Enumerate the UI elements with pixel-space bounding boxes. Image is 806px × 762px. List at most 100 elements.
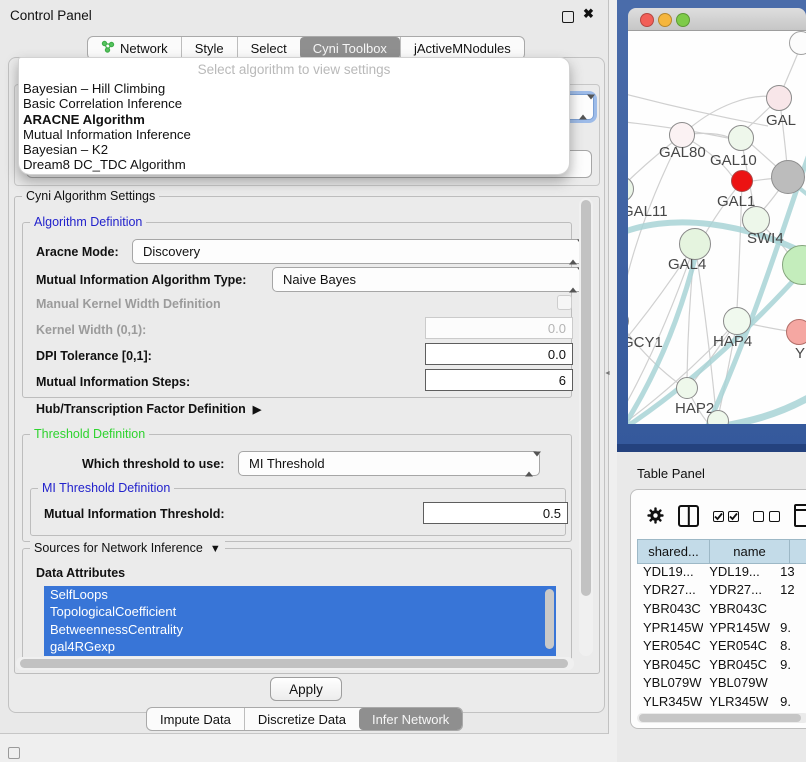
tab-network[interactable]: Network bbox=[88, 37, 181, 59]
kernel-width-field[interactable]: 0.0 bbox=[425, 317, 573, 339]
float-icon[interactable] bbox=[562, 11, 574, 23]
table-toolbar bbox=[647, 504, 806, 532]
tab-infer-network[interactable]: Infer Network bbox=[359, 708, 462, 730]
combo-stepper-icon[interactable] bbox=[525, 456, 534, 471]
table-cell: YLR345W bbox=[703, 694, 776, 709]
tab-label: Infer Network bbox=[372, 712, 449, 727]
table-body: YDL19...YDL19...13YDR27...YDR27...12YBR0… bbox=[637, 562, 806, 713]
splitter-collapse-icon[interactable]: ◄ bbox=[604, 370, 611, 377]
apply-button[interactable]: Apply bbox=[270, 677, 342, 701]
attribute-list-scrollbar[interactable] bbox=[545, 589, 554, 649]
zoom-traffic-light[interactable] bbox=[676, 13, 690, 27]
node-label-gal-cut: GAL bbox=[766, 112, 796, 129]
table-panel-title: Table Panel bbox=[637, 466, 705, 481]
data-attribute-item[interactable]: gal4RGexp bbox=[44, 638, 556, 655]
table-cell: YBL079W bbox=[703, 675, 776, 690]
unchecked-boxes-icon[interactable] bbox=[753, 509, 779, 527]
table-row[interactable]: YER054CYER054C8. bbox=[637, 636, 806, 655]
network-node-hap4[interactable] bbox=[723, 307, 751, 335]
tab-discretize-data[interactable]: Discretize Data bbox=[244, 708, 359, 730]
mi-steps-field[interactable]: 6 bbox=[425, 369, 573, 391]
new-table-icon[interactable] bbox=[794, 504, 806, 532]
mi-threshold-field[interactable]: 0.5 bbox=[423, 502, 568, 524]
algorithm-option[interactable]: Bayesian – Hill Climbing bbox=[19, 81, 569, 96]
network-node-gal1[interactable] bbox=[731, 170, 753, 192]
network-node-partial-top[interactable] bbox=[789, 31, 806, 55]
table-row[interactable]: YBL079WYBL079W bbox=[637, 674, 806, 693]
combo-stepper-icon[interactable] bbox=[579, 100, 588, 115]
table-row[interactable]: YDL19...YDL19...13 bbox=[637, 562, 806, 581]
node-label-gal10: GAL10 bbox=[710, 152, 757, 169]
sources-frame-title: Sources for Network Inference▼ bbox=[30, 541, 225, 556]
aracne-mode-label: Aracne Mode: bbox=[36, 245, 119, 259]
close-traffic-light[interactable] bbox=[640, 13, 654, 27]
table-hscroll-track bbox=[637, 713, 806, 723]
close-icon[interactable]: ✖ bbox=[583, 6, 594, 22]
threshold-definition-title: Threshold Definition bbox=[30, 427, 149, 441]
minimize-traffic-light[interactable] bbox=[658, 13, 672, 27]
mi-type-value: Naive Bayes bbox=[283, 272, 356, 287]
collapse-down-icon: ▼ bbox=[210, 543, 221, 555]
column-header[interactable]: shared... bbox=[637, 539, 710, 564]
table-header-row: shared...name bbox=[637, 539, 806, 564]
network-node-hap2[interactable] bbox=[676, 377, 698, 399]
tab-label: Cyni Toolbox bbox=[313, 41, 387, 56]
table-cell: YPR145W bbox=[703, 620, 776, 635]
gear-icon[interactable] bbox=[647, 507, 664, 529]
table-cell: 9. bbox=[776, 694, 806, 709]
dpi-tolerance-label: DPI Tolerance [0,1]: bbox=[36, 349, 152, 363]
dpi-tolerance-field[interactable]: 0.0 bbox=[425, 343, 573, 365]
network-node-salmon[interactable] bbox=[786, 319, 806, 345]
aracne-mode-combo[interactable]: Discovery bbox=[132, 239, 584, 264]
table-row[interactable]: YBR043CYBR043C bbox=[637, 599, 806, 618]
table-row[interactable]: YDR27...YDR27...12 bbox=[637, 581, 806, 600]
cyni-settings-frame-title: Cyni Algorithm Settings bbox=[22, 189, 159, 203]
tab-style[interactable]: Style bbox=[181, 37, 237, 59]
settings-vscroll-thumb[interactable] bbox=[581, 200, 591, 596]
algorithm-option[interactable]: ARACNE Algorithm bbox=[19, 112, 569, 127]
tab-label: Impute Data bbox=[160, 712, 231, 727]
network-node-gray-node[interactable] bbox=[771, 160, 805, 194]
column-header[interactable] bbox=[790, 539, 806, 564]
algorithm-option[interactable]: Mutual Information Inference bbox=[19, 127, 569, 142]
settings-hscroll-thumb[interactable] bbox=[20, 659, 568, 668]
algorithm-option[interactable]: Basic Correlation Inference bbox=[19, 96, 569, 111]
checked-boxes-icon[interactable] bbox=[713, 509, 739, 527]
dock-panel-icon[interactable] bbox=[8, 747, 20, 759]
node-label-gal80: GAL80 bbox=[659, 144, 706, 161]
table-cell: 8. bbox=[776, 638, 806, 653]
algorithm-option[interactable]: Bayesian – K2 bbox=[19, 142, 569, 157]
hub-definition-expander[interactable]: Hub/Transcription Factor Definition▶ bbox=[36, 402, 261, 416]
which-threshold-combo[interactable]: MI Threshold bbox=[238, 451, 540, 476]
combo-stepper-icon[interactable] bbox=[569, 244, 578, 259]
table-row[interactable]: YLR345WYLR345W9. bbox=[637, 692, 806, 711]
table-cell: 13 bbox=[776, 564, 806, 579]
table-cell: YDL19... bbox=[703, 564, 776, 579]
expand-right-icon: ▶ bbox=[253, 404, 261, 416]
table-hscroll-thumb[interactable] bbox=[639, 714, 801, 722]
tab-select[interactable]: Select bbox=[237, 37, 300, 59]
network-canvas[interactable]: GALGAL80GAL10GAL1GAL11SWI4GAL4GCY1HAP4YH… bbox=[628, 31, 806, 424]
column-header[interactable]: name bbox=[710, 539, 790, 564]
table-row[interactable]: YBR045CYBR045C9. bbox=[637, 655, 806, 674]
algorithm-option[interactable]: Dream8 DC_TDC Algorithm bbox=[19, 157, 569, 172]
network-node-gal10[interactable] bbox=[728, 125, 754, 151]
tab-impute-data[interactable]: Impute Data bbox=[147, 708, 244, 730]
mi-type-combo[interactable]: Naive Bayes bbox=[272, 267, 584, 292]
combo-stepper-icon[interactable] bbox=[569, 272, 578, 287]
data-attribute-item[interactable]: SelfLoops bbox=[44, 586, 556, 603]
network-window-titlebar[interactable] bbox=[628, 8, 806, 31]
data-attribute-item[interactable]: BetweennessCentrality bbox=[44, 621, 556, 638]
node-label-gal4: GAL4 bbox=[668, 256, 706, 273]
table-cell: 9. bbox=[776, 620, 806, 635]
table-row[interactable]: YPR145WYPR145W9. bbox=[637, 618, 806, 637]
which-threshold-value: MI Threshold bbox=[249, 456, 325, 471]
manual-kernel-checkbox[interactable] bbox=[557, 295, 572, 310]
tab-jactivemnodules[interactable]: jActiveMNodules bbox=[400, 37, 524, 59]
tab-cyni-toolbox[interactable]: Cyni Toolbox bbox=[300, 37, 400, 59]
popup-item-list: Bayesian – Hill ClimbingBasic Correlatio… bbox=[19, 81, 569, 173]
network-node-gal-cut[interactable] bbox=[766, 85, 792, 111]
data-attribute-item[interactable]: TopologicalCoefficient bbox=[44, 603, 556, 620]
table-cell: YDL19... bbox=[637, 564, 703, 579]
split-columns-icon[interactable] bbox=[678, 505, 699, 532]
